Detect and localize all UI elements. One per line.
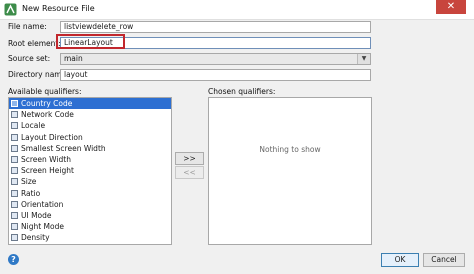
qualifier-label: Night Mode: [21, 222, 64, 232]
qualifier-label: Layout Direction: [21, 132, 83, 142]
qualifier-icon: [11, 223, 18, 231]
annotation-highlight-box: [56, 34, 125, 49]
qualifier-icon: [11, 100, 18, 107]
window-title: New Resource File: [22, 4, 95, 13]
remove-qualifier-button[interactable]: <<: [175, 166, 204, 179]
title-bar: New Resource File ✕: [0, 0, 474, 20]
cancel-button[interactable]: Cancel: [423, 253, 465, 267]
close-button[interactable]: ✕: [436, 0, 466, 14]
qualifier-item[interactable]: Ratio: [9, 188, 171, 199]
available-qualifiers-label: Available qualifiers:: [8, 87, 82, 96]
available-qualifiers-list[interactable]: Country Code Network Code Locale Layout Dir…: [8, 97, 172, 245]
qualifier-label: Network Code: [21, 110, 74, 120]
qualifier-icon: [11, 111, 18, 119]
qualifier-label: Screen Width: [21, 154, 71, 164]
qualifier-label: Locale: [21, 121, 46, 131]
qualifier-item[interactable]: UI Mode: [9, 210, 171, 221]
qualifier-icon: [11, 211, 18, 219]
root-element-label: Root element:: [8, 39, 61, 48]
qualifier-label: UI Mode: [21, 210, 52, 220]
chosen-qualifiers-label: Chosen qualifiers:: [208, 87, 276, 96]
qualifier-icon: [11, 155, 18, 163]
qualifier-label: Density: [21, 233, 50, 243]
qualifier-icon: [11, 200, 18, 208]
qualifier-item[interactable]: Country Code: [9, 98, 171, 110]
qualifier-icon: [11, 234, 18, 242]
source-set-value: main: [64, 54, 83, 63]
qualifier-icon: [11, 133, 18, 141]
qualifier-label: Orientation: [21, 199, 64, 209]
empty-state-text: Nothing to show: [259, 145, 321, 154]
help-icon[interactable]: ?: [8, 254, 19, 265]
qualifier-icon: [11, 144, 18, 152]
qualifier-icon: [11, 178, 18, 186]
source-set-select[interactable]: main ▼: [60, 53, 371, 65]
file-name-input[interactable]: listviewdelete_row: [60, 21, 371, 33]
qualifier-icon: [11, 122, 18, 130]
qualifier-item[interactable]: Density: [9, 232, 171, 243]
qualifier-item[interactable]: Orientation: [9, 199, 171, 210]
qualifier-icon: [11, 189, 18, 197]
qualifier-item[interactable]: Night Mode: [9, 221, 171, 232]
chosen-qualifiers-list[interactable]: Nothing to show: [208, 97, 372, 245]
qualifier-item[interactable]: Layout Direction: [9, 132, 171, 143]
qualifier-label: Ratio: [21, 188, 41, 198]
qualifier-item[interactable]: Screen Height: [9, 165, 171, 176]
qualifier-label: Screen Height: [21, 166, 74, 176]
qualifier-item[interactable]: Smallest Screen Width: [9, 143, 171, 154]
qualifier-label: Country Code: [21, 99, 73, 108]
ok-button[interactable]: OK: [381, 253, 419, 267]
qualifier-label: Smallest Screen Width: [21, 143, 106, 153]
file-name-label: File name:: [8, 22, 47, 31]
qualifier-item[interactable]: Screen Width: [9, 154, 171, 165]
qualifier-icon: [11, 167, 18, 175]
chevron-down-icon: ▼: [357, 54, 370, 64]
directory-name-input[interactable]: layout: [60, 69, 371, 81]
qualifier-item[interactable]: Network Code: [9, 109, 171, 120]
qualifier-item[interactable]: Size: [9, 176, 171, 187]
qualifier-label: Size: [21, 177, 37, 187]
android-studio-icon: [4, 3, 17, 16]
add-qualifier-button[interactable]: >>: [175, 152, 204, 165]
source-set-label: Source set:: [8, 54, 51, 63]
qualifier-item[interactable]: Locale: [9, 120, 171, 131]
